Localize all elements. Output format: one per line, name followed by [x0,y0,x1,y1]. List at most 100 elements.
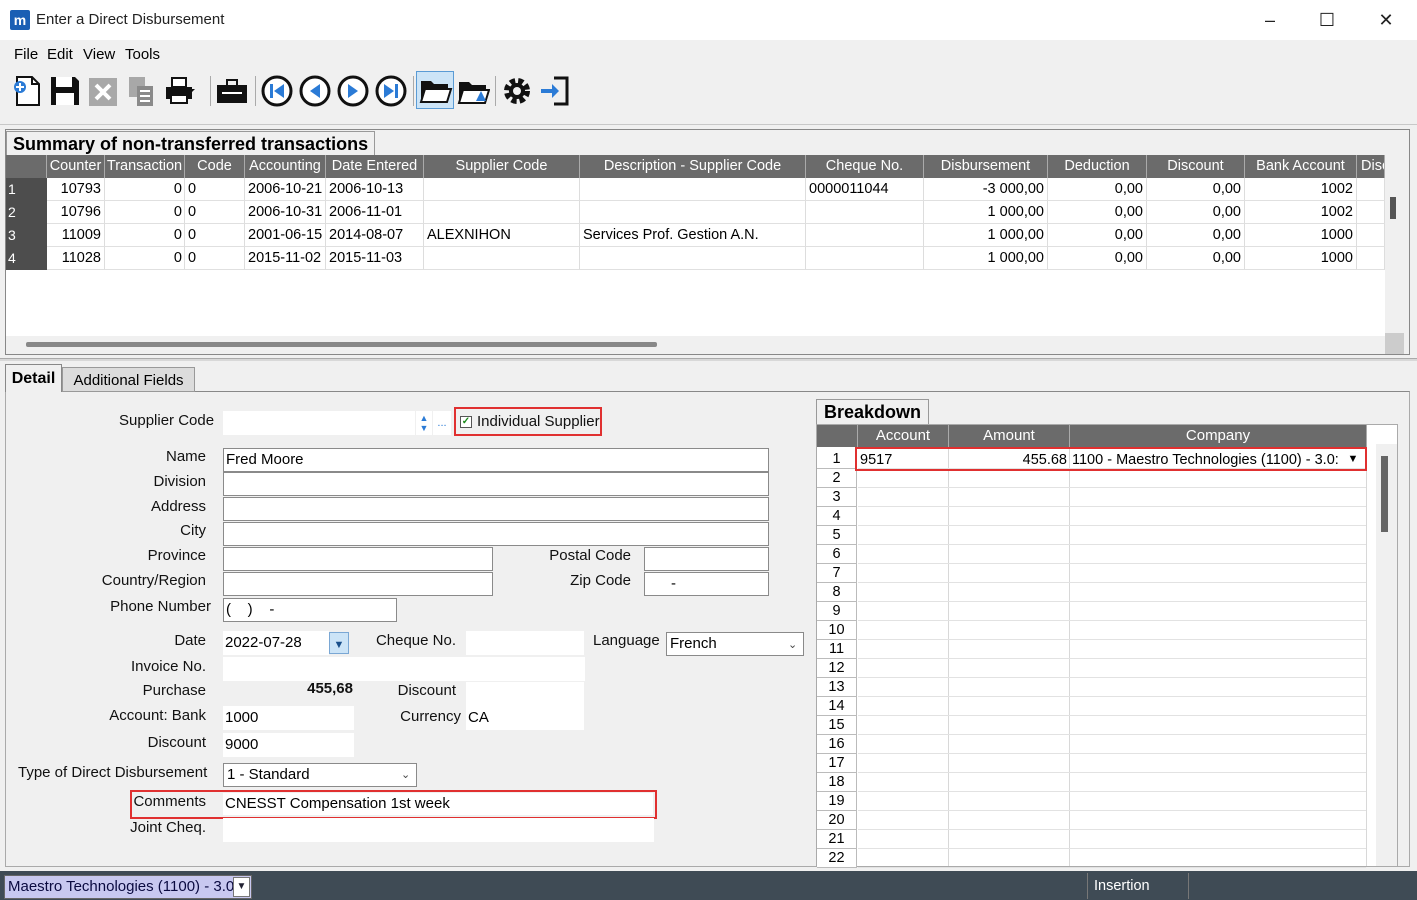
open-folder-icon[interactable] [416,71,454,109]
cell-transaction[interactable]: 0 [105,224,185,247]
cell-discount[interactable]: 0,00 [1147,247,1245,270]
row-header[interactable]: 4 [6,247,47,270]
cell-bank-account[interactable]: 1000 [1245,247,1357,270]
col-header-supplier-code[interactable]: Supplier Code [424,155,580,178]
phone-number-input[interactable]: ( ) - [223,598,397,622]
breakdown-row-number[interactable]: 6 [817,545,857,564]
individual-supplier-label[interactable]: Individual Supplier [477,413,600,430]
individual-supplier-checkbox[interactable]: ✓ [460,416,472,428]
cell-disco[interactable] [1357,178,1385,201]
invoice-no-input[interactable] [223,657,585,681]
date-input[interactable]: 2022-07-28 [223,631,329,655]
row-header[interactable]: 2 [6,201,47,224]
cell-bank-account[interactable]: 1002 [1245,178,1357,201]
breakdown-row-number[interactable]: 8 [817,583,857,602]
cell-counter[interactable]: 11009 [47,224,105,247]
cell-bank-account[interactable]: 1000 [1245,224,1357,247]
cell-cheque[interactable]: 0000011044 [806,178,924,201]
supplier-code-spinner-icon[interactable]: ▲ ▼ [416,411,432,435]
breakdown-row-number[interactable]: 21 [817,830,857,849]
next-record-icon[interactable] [336,73,370,109]
breakdown-row-number[interactable]: 18 [817,773,857,792]
cell-description[interactable] [580,247,806,270]
zip-code-input[interactable]: - [644,572,769,596]
breakdown-row-number[interactable]: 20 [817,811,857,830]
cell-description[interactable]: Services Prof. Gestion A.N. [580,224,806,247]
cell-supplier-code[interactable] [424,247,580,270]
col-header-counter[interactable]: Counter [47,155,105,178]
cell-accounting[interactable]: 2001-06-15 [245,224,326,247]
cell-description[interactable] [580,178,806,201]
discount-input[interactable] [466,682,584,706]
minimize-button[interactable]: – [1258,8,1282,32]
save-icon[interactable] [48,73,82,109]
joint-cheq-input[interactable] [223,818,654,842]
splitter[interactable] [0,358,1417,361]
city-input[interactable] [223,522,769,546]
type-direct-disbursement-select[interactable]: 1 - Standard [223,763,417,787]
cell-code[interactable]: 0 [185,178,245,201]
breakdown-row-number[interactable]: 10 [817,621,857,640]
breakdown-row-number[interactable]: 16 [817,735,857,754]
cell-discount[interactable]: 0,00 [1147,201,1245,224]
breakdown-row-number[interactable]: 9 [817,602,857,621]
cell-supplier-code[interactable] [424,178,580,201]
cell-accounting[interactable]: 2006-10-21 [245,178,326,201]
province-input[interactable] [223,547,493,571]
breakdown-col-account[interactable]: Account [858,425,949,447]
col-header-cheque[interactable]: Cheque No. [806,155,924,178]
breakdown-row-number[interactable]: 7 [817,564,857,583]
cell-disbursement[interactable]: 1 000,00 [924,201,1048,224]
cell-disco[interactable] [1357,224,1385,247]
cell-supplier-code[interactable]: ALEXNIHON [424,224,580,247]
company-selector[interactable]: Maestro Technologies (1100) - 3.0 [4,875,252,899]
col-header-disco[interactable]: Disco [1357,155,1385,178]
cell-accounting[interactable]: 2015-11-02 [245,247,326,270]
breakdown-row-number[interactable]: 13 [817,678,857,697]
breakdown-tab[interactable]: Breakdown [816,399,929,424]
cell-code[interactable]: 0 [185,224,245,247]
col-header-transaction[interactable]: Transaction [105,155,185,178]
menu-file[interactable]: File [14,46,38,63]
name-input[interactable]: Fred Moore [223,448,769,472]
close-window-button[interactable]: ✕ [1374,8,1398,32]
cell-transaction[interactable]: 0 [105,201,185,224]
briefcase-icon[interactable] [215,73,249,109]
country-region-input[interactable] [223,572,493,596]
tab-detail[interactable]: Detail [5,364,62,392]
cell-supplier-code[interactable] [424,201,580,224]
settings-gear-icon[interactable] [500,73,534,109]
exit-icon[interactable] [538,73,572,109]
cell-deduction[interactable]: 0,00 [1048,201,1147,224]
col-header-discount[interactable]: Discount [1147,155,1245,178]
menu-tools[interactable]: Tools [125,46,160,63]
cell-date-entered[interactable]: 2014-08-07 [326,224,424,247]
maximize-button[interactable]: ☐ [1315,8,1339,32]
cell-discount[interactable]: 0,00 [1147,224,1245,247]
cell-disbursement[interactable]: 1 000,00 [924,224,1048,247]
cell-disbursement[interactable]: -3 000,00 [924,178,1048,201]
cell-code[interactable]: 0 [185,247,245,270]
breakdown-grid[interactable] [816,424,1398,867]
breakdown-row-number[interactable]: 17 [817,754,857,773]
cell-counter[interactable]: 10793 [47,178,105,201]
cell-disbursement[interactable]: 1 000,00 [924,247,1048,270]
supplier-lookup-button[interactable]: ... [433,411,451,435]
cell-code[interactable]: 0 [185,201,245,224]
row-header[interactable]: 3 [6,224,47,247]
cell-deduction[interactable]: 0,00 [1048,247,1147,270]
cell-transaction[interactable]: 0 [105,178,185,201]
discount-account-input[interactable]: 9000 [223,733,354,757]
currency-input[interactable]: CA [466,706,584,730]
col-header-deduction[interactable]: Deduction [1048,155,1147,178]
breakdown-row-number[interactable]: 4 [817,507,857,526]
copy-icon[interactable] [124,73,158,109]
breakdown-row-number[interactable]: 14 [817,697,857,716]
cell-date-entered[interactable]: 2006-11-01 [326,201,424,224]
tab-additional-fields[interactable]: Additional Fields [62,367,195,392]
cell-deduction[interactable]: 0,00 [1048,178,1147,201]
breakdown-row-number[interactable]: 1 [817,450,857,469]
cell-disco[interactable] [1357,201,1385,224]
comments-input[interactable]: CNESST Compensation 1st week [223,793,653,815]
previous-record-icon[interactable] [298,73,332,109]
